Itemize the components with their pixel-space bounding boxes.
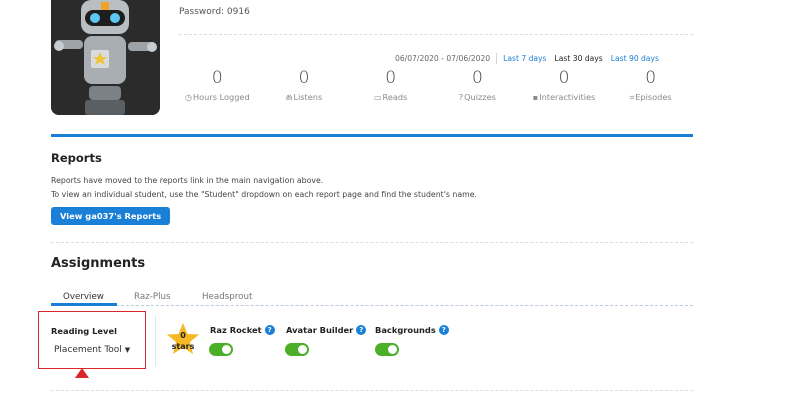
stat-label-text: Interactivities [539,92,596,102]
question-icon: ? [458,93,464,102]
stat-label-text: Quizzes [464,92,496,102]
help-icon[interactable]: ? [438,325,449,335]
book-icon: ▭ [373,93,382,102]
stat-value: 0 [211,68,223,88]
stat-value: 0 [471,68,483,88]
stat-value: 0 [645,68,657,88]
stat-label: ⌗Episodes [607,92,694,103]
assignment-tabs: Overview Raz-Plus Headsprout [51,292,693,306]
stars-badge: 0 stars [165,322,201,356]
divider [179,34,693,35]
stat-label-text: Episodes [635,92,672,102]
interactive-icon: ▪ [532,93,539,102]
tab-raz-plus[interactable]: Raz-Plus [134,292,171,302]
reports-info-line-1: Reports have moved to the reports link i… [51,176,324,185]
avatar-builder-label: Avatar Builder? [286,325,367,335]
divider [496,53,498,64]
stat-label-text: Hours Logged [193,92,250,102]
toggle-knob [388,345,397,354]
reports-heading: Reports [51,151,102,165]
pointer-arrow-icon [75,368,89,378]
section-divider [51,134,693,137]
avatar-builder-toggle[interactable] [285,343,309,356]
last-7-days-link[interactable]: Last 7 days [503,54,546,63]
stat-hours-logged: 0 ◷Hours Logged [174,68,261,103]
stat-quizzes: 0 ?Quizzes [434,68,521,103]
stat-episodes: 0 ⌗Episodes [607,68,694,103]
episodes-icon: ⌗ [629,93,635,102]
toggle-knob [222,345,231,354]
backgrounds-toggle[interactable] [375,343,399,356]
toggle-knob [298,345,307,354]
view-reports-button[interactable]: View ga037's Reports [51,207,171,225]
feature-name: Raz Rocket [210,325,262,335]
robot-avatar-image [51,0,160,115]
stat-reads: 0 ▭Reads [347,68,434,103]
stat-label-text: Listens [293,92,323,102]
reading-level-value: Placement Tool [54,345,122,355]
stat-value: 0 [558,68,570,88]
last-30-days-link[interactable]: Last 30 days [555,54,603,63]
stars-count: 0 [180,331,186,340]
raz-rocket-label: Raz Rocket? [210,325,275,335]
headphones-icon: ⋒ [285,93,293,102]
reports-info-line-2: To view an individual student, use the "… [51,190,478,199]
assignments-heading: Assignments [51,256,146,271]
stat-label-text: Reads [382,92,408,102]
stat-label: ▭Reads [347,92,434,102]
backgrounds-label: Backgrounds? [375,325,449,335]
divider [51,390,693,391]
stat-label: ◷Hours Logged [174,92,261,102]
highlight-box [38,311,146,369]
last-90-days-link[interactable]: Last 90 days [611,54,659,63]
student-avatar [51,0,160,115]
tab-headsprout[interactable]: Headsprout [202,292,252,302]
feature-name: Backgrounds [375,325,436,335]
stat-value: 0 [298,68,310,88]
caret-down-icon: ▼ [124,346,131,354]
date-range-selector: 06/07/2020 - 07/06/2020 Last 7 days Last… [395,53,667,64]
stat-interactivities: 0 ▪Interactivities [521,68,608,103]
stat-label: ▪Interactivities [521,92,608,102]
date-range-text: 06/07/2020 - 07/06/2020 [395,54,491,63]
active-tab-indicator [51,303,117,306]
help-icon[interactable]: ? [264,325,275,335]
tab-overview[interactable]: Overview [63,292,104,302]
student-password: Password: 0916 [179,7,250,17]
stat-listens: 0 ⋒Listens [261,68,348,103]
stat-label: ?Quizzes [434,92,521,102]
reading-level-dropdown[interactable]: Placement Tool ▼ [54,345,130,355]
feature-name: Avatar Builder [286,325,354,335]
raz-rocket-toggle[interactable] [209,343,233,356]
stars-label: stars [171,342,195,351]
stat-value: 0 [385,68,397,88]
activity-stats: 0 ◷Hours Logged 0 ⋒Listens 0 ▭Reads 0 ?Q… [174,68,694,103]
help-icon[interactable]: ? [356,325,367,335]
divider [51,242,693,243]
divider [155,316,156,366]
clock-icon: ◷ [185,93,192,102]
stat-label: ⋒Listens [261,92,348,102]
reading-level-label: Reading Level [51,326,117,336]
